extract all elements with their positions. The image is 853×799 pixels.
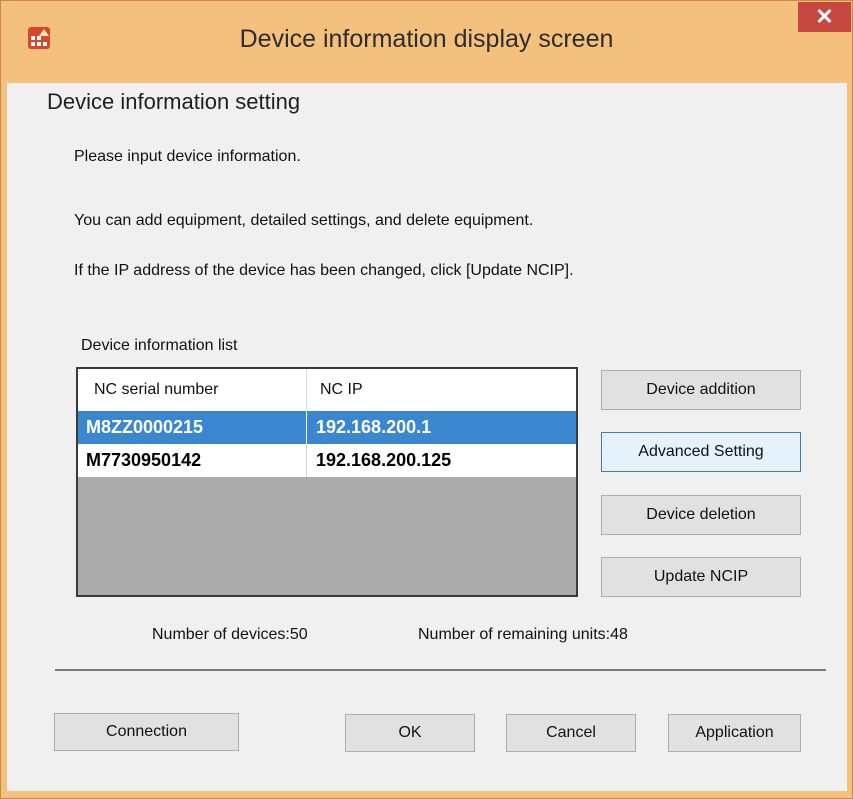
cell-serial: M7730950142 [78, 444, 307, 477]
instruction-text: Please input device information. [74, 148, 301, 165]
window-title: Device information display screen [239, 25, 614, 53]
info-text-actions: You can add equipment, detailed settings… [74, 212, 534, 229]
cancel-button[interactable]: Cancel [506, 714, 636, 752]
cell-ip: 192.168.200.1 [316, 417, 432, 437]
section-heading: Device information setting [47, 89, 301, 114]
update-ncip-button[interactable]: Update NCIP [601, 557, 801, 597]
device-count: Number of devices:50 [152, 626, 308, 643]
cell-serial: M8ZZ0000215 [78, 411, 307, 444]
title-bar[interactable]: Device information display screen ✕ [1, 1, 852, 83]
info-text-update-ncip: If the IP address of the device has been… [74, 262, 574, 279]
column-header-serial[interactable]: NC serial number [78, 369, 307, 411]
list-header: NC serial number NC IP [78, 369, 576, 412]
separator-line [55, 669, 826, 671]
close-icon: ✕ [815, 4, 834, 29]
remaining-units-count: Number of remaining units:48 [418, 626, 628, 643]
device-information-list[interactable]: NC serial number NC IP M8ZZ0000215 192.1… [76, 367, 578, 597]
column-header-ip[interactable]: NC IP [307, 369, 576, 411]
device-addition-button[interactable]: Device addition [601, 370, 801, 410]
table-row-selected[interactable]: M8ZZ0000215 192.168.200.1 [78, 411, 576, 444]
close-button[interactable]: ✕ [798, 2, 851, 32]
dialog-window: Device information display screen ✕ Devi… [0, 0, 853, 799]
advanced-setting-button[interactable]: Advanced Setting [601, 432, 801, 472]
table-row[interactable]: M7730950142 192.168.200.125 [78, 444, 576, 477]
ok-button[interactable]: OK [345, 714, 475, 752]
device-deletion-button[interactable]: Device deletion [601, 495, 801, 535]
connection-button[interactable]: Connection [54, 713, 239, 751]
cell-ip: 192.168.200.125 [316, 450, 452, 470]
device-list-caption: Device information list [81, 337, 238, 354]
application-button[interactable]: Application [668, 714, 801, 752]
